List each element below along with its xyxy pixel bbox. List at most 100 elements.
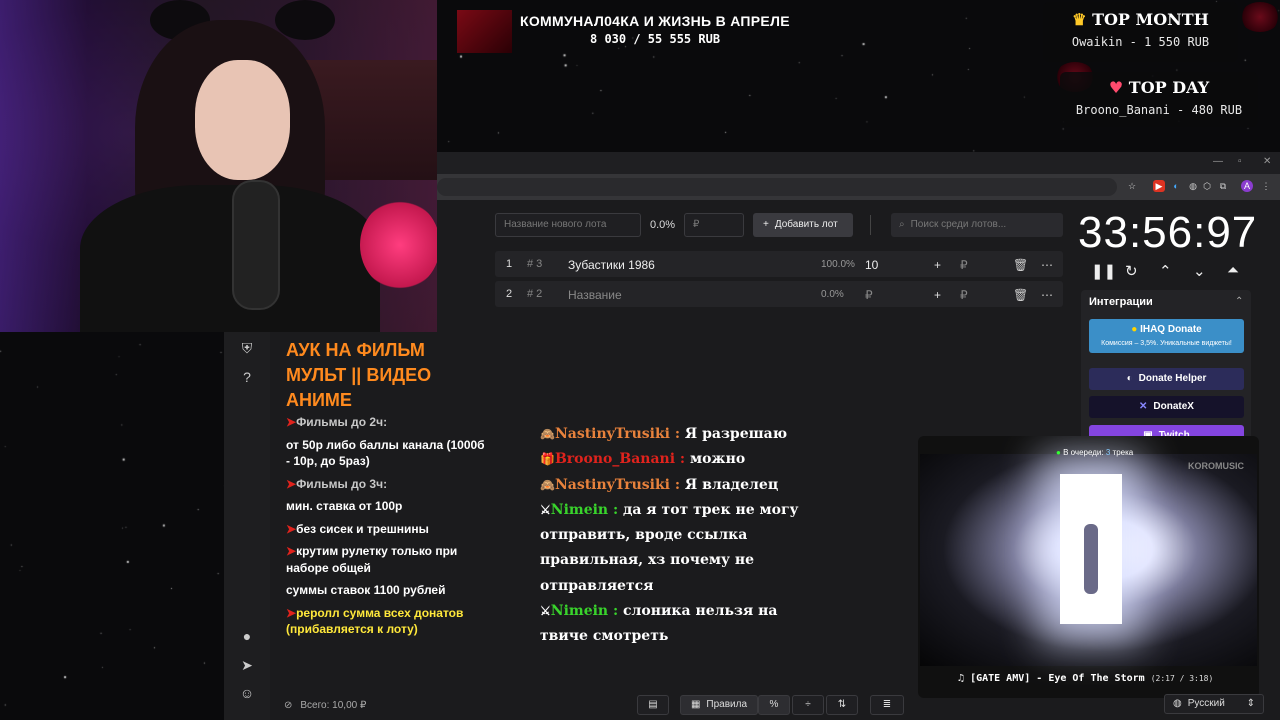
donatex-label: DonateX [1153, 401, 1194, 412]
telegram-icon[interactable]: ➤ [236, 654, 258, 676]
queue-suffix: трека [1112, 448, 1134, 457]
youtube-ext-icon[interactable]: ▶ [1153, 180, 1165, 192]
trash-icon[interactable]: 🗑 [1013, 258, 1028, 272]
ihaq-donate-button[interactable]: ● IHAQ Donate Комиссия – 3,5%. Уникальны… [1089, 319, 1244, 353]
webcam-feed [0, 0, 437, 332]
split-icon[interactable]: ÷ [792, 695, 824, 715]
rule-item: мин. ставка от 100р [286, 498, 486, 515]
reset-icon[interactable]: ↻ [1125, 262, 1138, 280]
discord-icon[interactable]: ☺ [236, 682, 258, 704]
language-label: Русский [1187, 698, 1225, 709]
lot-amount[interactable]: ₽ [865, 288, 873, 302]
rules-button[interactable]: ▦ Правила [680, 695, 758, 715]
heart-icon: ♥ [1108, 78, 1124, 97]
donate-helper-button[interactable]: ◐ Donate Helper [1089, 368, 1244, 390]
more-icon[interactable]: ⋯ [1041, 288, 1053, 302]
extension-icon[interactable]: ◐ [1170, 180, 1182, 192]
save-icon[interactable]: ▤ [637, 695, 669, 715]
percent-button[interactable]: % [758, 695, 790, 715]
add-amount-icon[interactable]: + [934, 258, 941, 272]
chat-badge-icon: 🙈 [540, 477, 555, 492]
now-playing: ♫ [GATE AMV] - Eye Of The Storm (2:17 / … [958, 673, 1213, 684]
menu-dots-icon[interactable]: ⋮ [1260, 180, 1272, 192]
chevron-up-icon[interactable]: ⌃ [1235, 296, 1243, 307]
sidebar: ⛨ ? ● ➤ ☺ [224, 332, 270, 720]
shield-icon[interactable]: ⛨ [236, 337, 258, 359]
lot-row[interactable]: 2 # 2 Название 0.0% ₽ + ₽ 🗑 ⋯ [495, 281, 1063, 307]
crown-icon: ♛ [1072, 10, 1087, 29]
trash-icon[interactable]: 🗑 [1013, 288, 1028, 302]
top-month-entry: Owaikin - 1 550 RUB [1071, 35, 1210, 49]
new-lot-amount-input[interactable]: ₽ [684, 213, 744, 237]
rule-text: от 50р либо баллы канала (1000б - 10р, д… [286, 437, 485, 469]
currency-icon[interactable]: ₽ [960, 258, 968, 272]
maximize-icon[interactable]: ▫ [1238, 156, 1242, 167]
chat-username: NastinyTrusiki [554, 476, 670, 493]
lot-id: # 2 [527, 288, 543, 300]
top-month-title: TOP MONTH [1092, 10, 1209, 29]
track-time: (2:17 / 3:18) [1150, 674, 1214, 683]
chat-username: Broono_Banani [554, 451, 676, 468]
rule-text: без сисек и трешнины [296, 521, 429, 536]
sort-icon[interactable]: ⇅ [826, 695, 858, 715]
help-icon[interactable]: ? [236, 366, 258, 388]
chat-badge-icon: ⚔ [540, 604, 551, 619]
eye-off-icon[interactable]: ⊘ [284, 700, 292, 711]
language-select[interactable]: ◍ Русский ⇕ [1164, 694, 1264, 714]
chevron-down-icon[interactable]: ⌄ [1193, 262, 1206, 280]
chat-message: 🙈NastinyTrusiki : Я разрешаю [540, 422, 810, 447]
close-icon[interactable]: ✕ [1263, 156, 1271, 167]
extension-icon[interactable]: ◍ [1187, 180, 1199, 192]
address-bar-row: ☆ ▶ ◐ ◍ ⬡ ⧉ A ⋮ [437, 174, 1280, 200]
add-amount-icon[interactable]: + [934, 288, 941, 302]
track-title: [GATE AMV] - Eye Of The Storm [970, 673, 1145, 684]
double-chevron-up-icon[interactable]: ⏶ [1227, 262, 1239, 279]
rule-text: Фильмы до 2ч: [296, 415, 388, 429]
music-video-player [918, 436, 1259, 698]
browser-window-chrome: — ▫ ✕ ☆ ▶ ◐ ◍ ⬡ ⧉ A ⋮ [437, 152, 1280, 200]
address-bar[interactable] [437, 178, 1117, 196]
arrow-icon: ➤ [286, 476, 297, 491]
currency-icon[interactable]: ₽ [960, 288, 968, 302]
pause-icon[interactable]: ❚❚ [1091, 262, 1116, 280]
rule-text: суммы ставок 1100 рублей [286, 583, 446, 597]
dh-icon: ◐ [1126, 373, 1133, 384]
chevron-up-icon[interactable]: ⌃ [1159, 262, 1172, 280]
bookmark-star-icon[interactable]: ☆ [1126, 180, 1138, 192]
more-icon[interactable]: ⋯ [1041, 258, 1053, 272]
lot-index: 1 [506, 258, 513, 270]
rules-list: ➤ Фильмы до 2ч: от 50р либо баллы канала (… [286, 414, 486, 644]
chat-separator: : [608, 501, 624, 518]
chat-badge-icon: ⚔ [540, 502, 551, 517]
lot-search-input[interactable]: ⌕ Поиск среди лотов... [891, 213, 1063, 237]
rule-item: ➤Фильмы до 3ч: [286, 476, 486, 493]
queue-count: 3 [1105, 448, 1111, 457]
lot-row[interactable]: 1 # 3 Зубастики 1986 100.0% 10 + ₽ 🗑 ⋯ [495, 251, 1063, 277]
lot-name[interactable]: Название [568, 288, 622, 302]
chat-message: 🙈NastinyTrusiki : Я владелец [540, 473, 810, 498]
chat-text: Я владелец [684, 476, 779, 493]
integrations-title: Интеграции [1089, 296, 1153, 308]
rule-text: мин. ставка от 100р [286, 499, 403, 513]
minimize-icon[interactable]: — [1213, 156, 1223, 167]
lot-name[interactable]: Зубастики 1986 [568, 258, 655, 272]
lot-amount[interactable]: 10 [865, 258, 878, 272]
profile-avatar[interactable]: A [1241, 180, 1253, 192]
new-lot-percent: 0.0% [650, 219, 676, 231]
arrow-icon: ➤ [286, 605, 297, 620]
github-icon[interactable]: ● [236, 625, 258, 647]
arrow-icon: ➤ [286, 544, 297, 558]
add-lot-button[interactable]: + Добавить лот [753, 213, 853, 237]
extension-icon[interactable]: ⬡ [1201, 180, 1213, 192]
donate-helper-label: Donate Helper [1138, 373, 1207, 384]
new-lot-input[interactable]: Название нового лота [495, 213, 641, 237]
rose-decoration [1240, 2, 1280, 32]
chat-username: Nimein [550, 501, 609, 518]
top-day-entry: Broono_Banani - 480 RUB [1075, 103, 1243, 117]
donatex-button[interactable]: ✕ DonateX [1089, 396, 1244, 418]
total-label: Всего: 10,00 ₽ [300, 700, 367, 711]
plus-icon: + [763, 219, 769, 230]
extensions-puzzle-icon[interactable]: ⧉ [1217, 180, 1229, 192]
list-icon[interactable]: ≣ [870, 695, 904, 715]
rule-item: ➤крутим рулетку только при наборе общей [286, 543, 486, 576]
